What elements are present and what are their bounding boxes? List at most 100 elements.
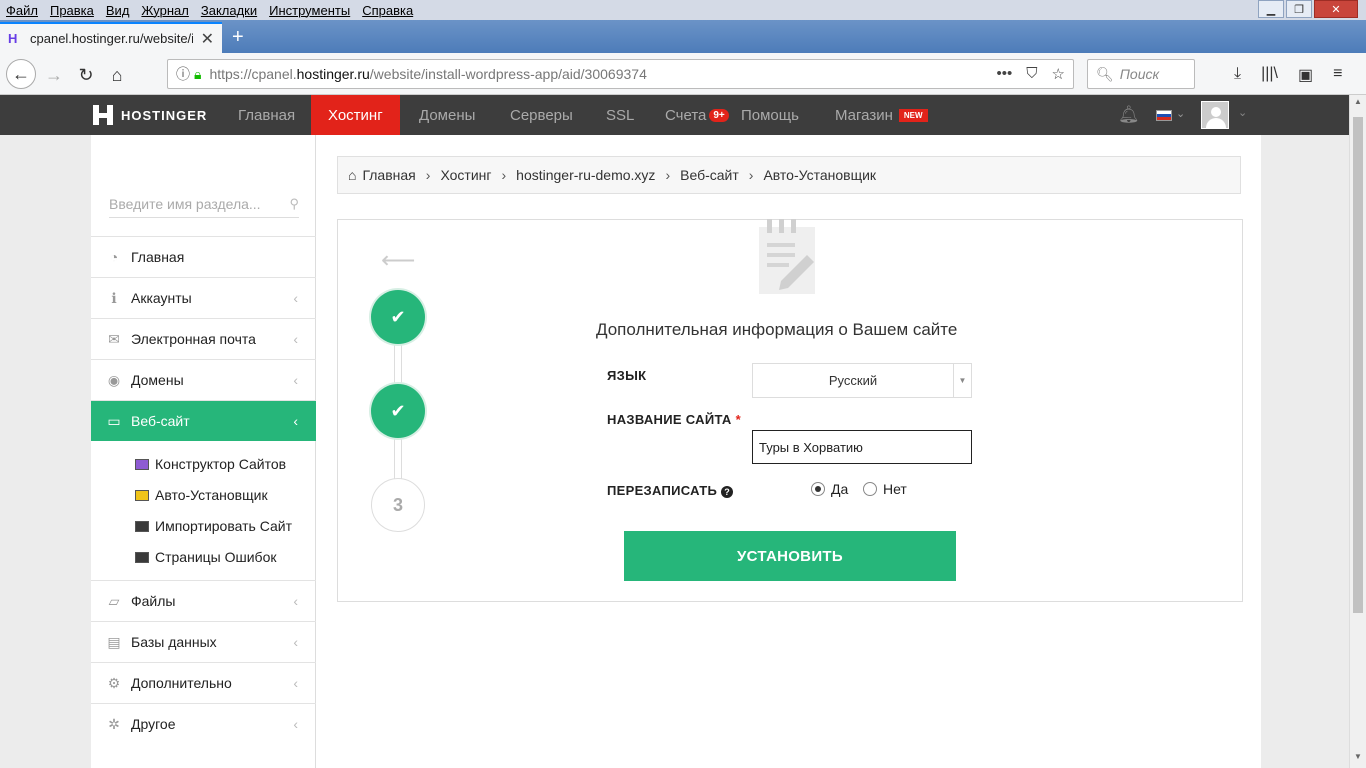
sidebar-subitem-import-site[interactable]: Импортировать Сайт [135, 514, 292, 538]
scroll-up-arrow-icon[interactable]: ▲ [1350, 97, 1366, 111]
menu-bookmarks[interactable]: Закладки [195, 3, 263, 18]
bookmark-star-icon[interactable]: ☆ [1052, 65, 1065, 83]
url-bar[interactable]: ⓘ 🔒︎ https://cpanel. hostinger.ru/website… [167, 59, 1074, 89]
chevron-left-icon: ‹ [293, 331, 298, 347]
overwrite-yes-radio[interactable]: Да [811, 481, 848, 497]
info-icon: ℹ [111, 289, 117, 306]
nav-domains[interactable]: Домены [402, 95, 492, 135]
url-host: hostinger.ru [296, 66, 370, 82]
menu-history[interactable]: Журнал [135, 3, 194, 18]
breadcrumb-hosting[interactable]: Хостинг [440, 167, 491, 183]
scrollbar-thumb[interactable] [1353, 117, 1363, 613]
language-label: ЯЗЫК [607, 368, 647, 383]
install-button[interactable]: УСТАНОВИТЬ [624, 531, 956, 581]
overwrite-no-radio[interactable]: Нет [863, 481, 907, 497]
new-tab-plus-icon[interactable]: + [232, 26, 244, 49]
menu-view[interactable]: Вид [100, 3, 136, 18]
back-arrow-icon[interactable]: ← [6, 59, 36, 89]
sidebar-toggle-icon[interactable]: ▣ [1298, 65, 1313, 85]
sidebar-item-databases[interactable]: ▤ Базы данных ‹ [91, 621, 316, 662]
hostinger-logo-icon [93, 105, 113, 125]
sidebar-item-accounts[interactable]: ℹ Аккаунты ‹ [91, 277, 316, 318]
sidebar-subitem-site-builder[interactable]: Конструктор Сайтов [135, 452, 286, 476]
menu-tools[interactable]: Инструменты [263, 3, 356, 18]
sidebar-item-files[interactable]: ▱ Файлы ‹ [91, 580, 316, 621]
scroll-down-arrow-icon[interactable]: ▼ [1350, 752, 1366, 766]
sidebar-item-label: Базы данных [131, 634, 217, 650]
site-builder-icon [135, 458, 149, 470]
language-select[interactable]: Русский ▼ [752, 363, 972, 398]
account-chevron-down-icon[interactable]: ⌄ [1238, 106, 1247, 119]
forward-arrow-icon[interactable]: → [40, 61, 68, 89]
sidebar-search-input[interactable]: Введите имя раздела... ⚲ [109, 190, 299, 218]
error-pages-icon [135, 551, 149, 563]
overwrite-no-label: Нет [883, 481, 907, 497]
menu-help[interactable]: Справка [356, 3, 419, 18]
russia-flag-icon[interactable] [1156, 110, 1172, 121]
sidebar-item-label: Домены [131, 372, 184, 388]
info-icon[interactable]: ⓘ [176, 64, 190, 84]
hamburger-menu-icon[interactable]: ≡ [1333, 65, 1342, 85]
nav-shop[interactable]: Магазин NEW [818, 95, 945, 135]
minimize-button[interactable]: ▁ [1258, 0, 1284, 18]
language-chevron-down-icon[interactable]: ⌄ [1176, 107, 1185, 120]
nav-help[interactable]: Помощь [724, 95, 816, 135]
restore-button[interactable]: ❐ [1286, 0, 1312, 18]
sidebar-item-label: Файлы [131, 593, 176, 609]
browser-tab[interactable]: H cpanel.hostinger.ru/website/in ✕ [0, 22, 222, 53]
sidebar-item-website[interactable]: ▭ Веб-сайт ‹ [91, 400, 316, 441]
breadcrumb-separator: › [425, 167, 431, 183]
sidebar-item-other[interactable]: ✲ Другое ‹ [91, 703, 316, 744]
breadcrumb-website[interactable]: Веб-сайт [680, 167, 739, 183]
home-icon: ⌂ [348, 167, 357, 183]
monitor-icon: ▭ [107, 412, 121, 429]
nav-hosting[interactable]: Хостинг [311, 95, 400, 135]
sidebar-item-home[interactable]: ◔ Главная [91, 236, 316, 277]
sidebar-item-label: Аккаунты [131, 290, 192, 306]
sidebar-item-advanced[interactable]: ⚙ Дополнительно ‹ [91, 662, 316, 703]
question-mark-icon[interactable]: ? [721, 485, 734, 498]
nav-ssl[interactable]: SSL [589, 95, 651, 135]
sidebar-item-label: Главная [131, 249, 185, 265]
back-arrow-icon[interactable]: ⟵ [381, 246, 415, 275]
url-path: /website/install-wordpress-app/aid/30069… [369, 66, 647, 82]
chevron-left-icon: ‹ [293, 413, 298, 429]
dashboard-icon: ◔ [109, 249, 119, 265]
breadcrumb-home[interactable]: Главная [362, 167, 415, 183]
nav-servers[interactable]: Серверы [493, 95, 590, 135]
downloads-icon[interactable]: ⤓ [1234, 65, 1241, 85]
site-name-label: НАЗВАНИЕ САЙТА * [607, 412, 741, 427]
close-window-button[interactable]: ✕ [1314, 0, 1358, 18]
close-tab-icon[interactable]: ✕ [201, 29, 214, 49]
sidebar-item-domains[interactable]: ◉ Домены ‹ [91, 359, 316, 400]
envelope-icon: ✉ [108, 330, 120, 347]
bell-icon[interactable]: 🔔︎ [1118, 105, 1140, 125]
avatar[interactable] [1201, 101, 1229, 129]
dropdown-caret-icon: ▼ [953, 364, 971, 397]
search-icon: 🔍︎ [1096, 65, 1114, 82]
nav-home[interactable]: Главная [221, 95, 312, 135]
breadcrumb-domain[interactable]: hostinger-ru-demo.xyz [516, 167, 655, 183]
search-field[interactable]: 🔍︎ Поиск [1087, 59, 1195, 89]
folder-icon: ▱ [108, 592, 120, 609]
sidebar-item-email[interactable]: ✉ Электронная почта ‹ [91, 318, 316, 359]
sidebar-subitem-error-pages[interactable]: Страницы Ошибок [135, 545, 277, 569]
checkmark-icon: ✔ [390, 400, 406, 421]
site-name-input[interactable]: Туры в Хорватию [752, 430, 972, 464]
checkmark-icon: ✔ [390, 306, 406, 327]
sidebar-subitem-auto-installer[interactable]: Авто-Установщик [135, 483, 268, 507]
pocket-icon[interactable]: ⛉ [1026, 65, 1037, 83]
page-scrollbar[interactable]: ▲ ▼ [1349, 95, 1366, 768]
nav-shop-label: Магазин [835, 106, 893, 124]
chevron-left-icon: ‹ [293, 634, 298, 650]
reload-icon[interactable]: ↻ [72, 61, 100, 89]
menu-file[interactable]: Файл [0, 3, 44, 18]
hostinger-logo[interactable]: HOSTINGER [93, 95, 207, 135]
home-icon[interactable]: ⌂ [103, 61, 131, 89]
document-edit-icon [759, 219, 815, 294]
menu-edit[interactable]: Правка [44, 3, 100, 18]
chevron-left-icon: ‹ [293, 675, 298, 691]
page-actions-ellipsis-icon[interactable]: ••• [997, 65, 1013, 83]
library-icon[interactable]: |||\ [1261, 65, 1278, 85]
gear-icon: ✲ [108, 715, 120, 732]
